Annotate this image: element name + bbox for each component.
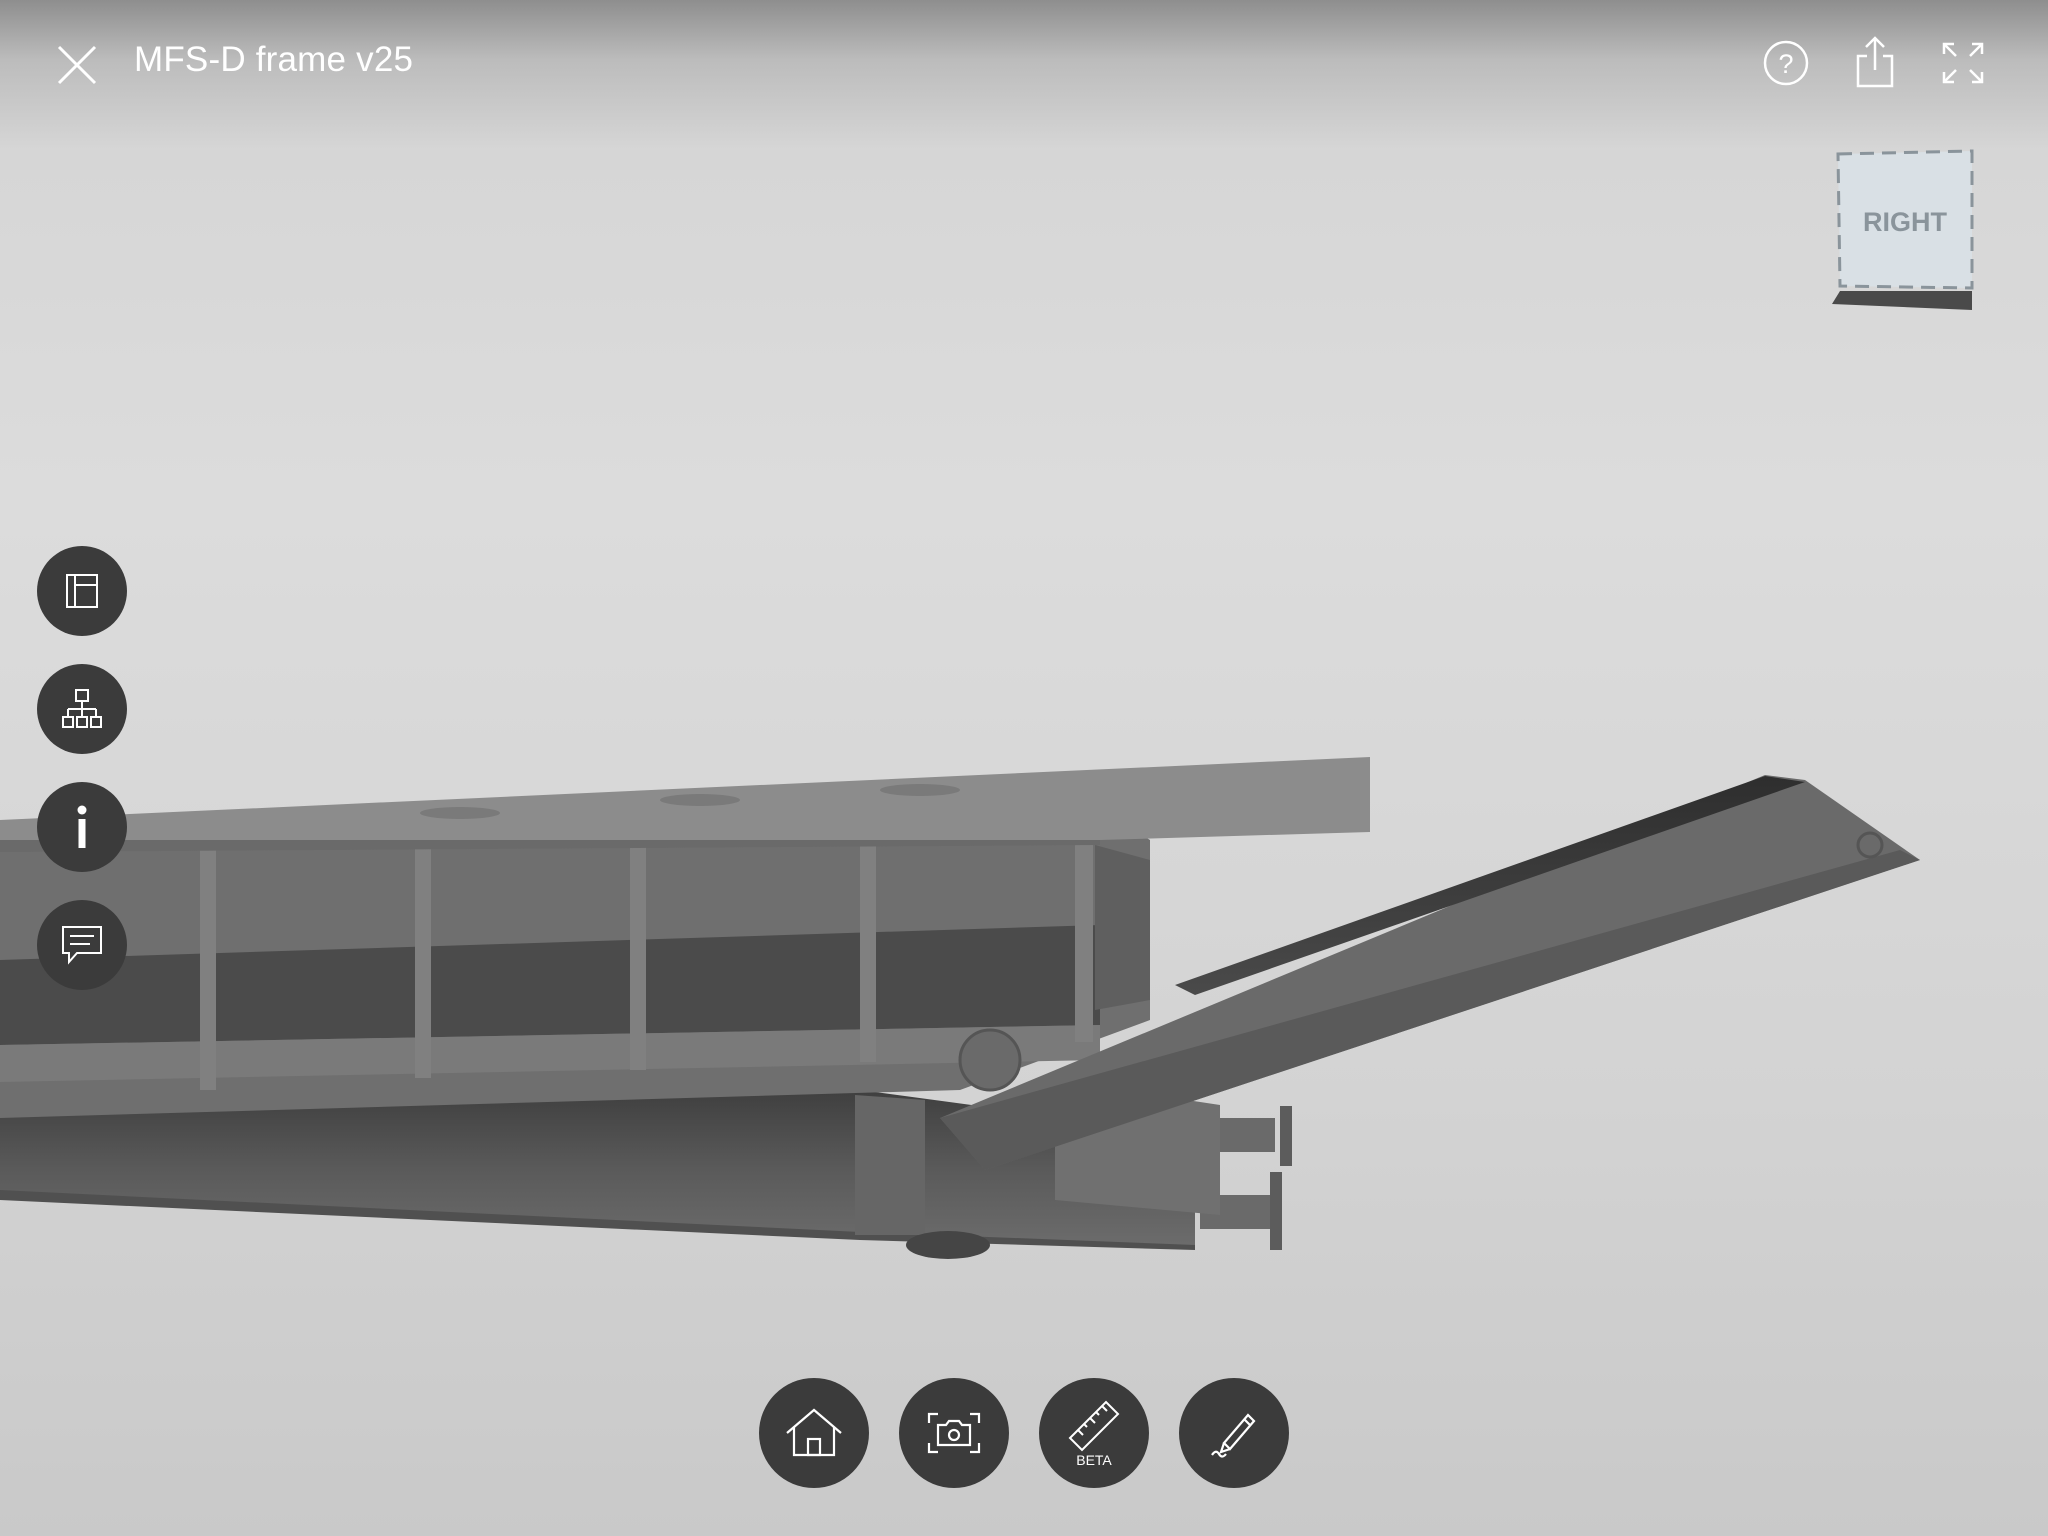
view-cube[interactable]: RIGHT [1830,148,1980,314]
view-cube-face-label: RIGHT [1863,207,1947,237]
top-bar: MFS-D frame v25 ? [0,0,2048,130]
info-button[interactable] [37,782,127,872]
comments-button[interactable] [37,900,127,990]
help-button[interactable]: ? [1757,34,1815,92]
conveyor-frame-model [0,757,1920,1259]
comment-icon [62,926,102,965]
home-view-button[interactable] [759,1378,869,1488]
model-viewport[interactable] [0,0,2048,1536]
ruler-icon [1068,1400,1120,1452]
info-icon [77,805,87,848]
beta-badge: BETA [1076,1452,1112,1468]
fullscreen-button[interactable] [1934,34,1992,92]
home-icon [786,1408,842,1457]
pencil-icon [1211,1413,1256,1458]
model-browser-button[interactable] [37,546,127,636]
svg-text:?: ? [1778,49,1793,79]
share-button[interactable] [1846,34,1904,92]
share-icon [1856,36,1894,88]
panel-layout-icon [66,574,98,608]
hierarchy-icon [62,689,102,728]
fullscreen-icon [1942,42,1984,84]
close-button[interactable] [50,38,104,92]
help-icon: ? [1763,40,1809,86]
structure-tree-button[interactable] [37,664,127,754]
document-title: MFS-D frame v25 [134,40,414,79]
markup-button[interactable] [1179,1378,1289,1488]
close-icon [57,45,97,85]
measure-button[interactable]: BETA [1039,1378,1149,1488]
snapshot-button[interactable] [899,1378,1009,1488]
camera-icon [927,1412,981,1454]
